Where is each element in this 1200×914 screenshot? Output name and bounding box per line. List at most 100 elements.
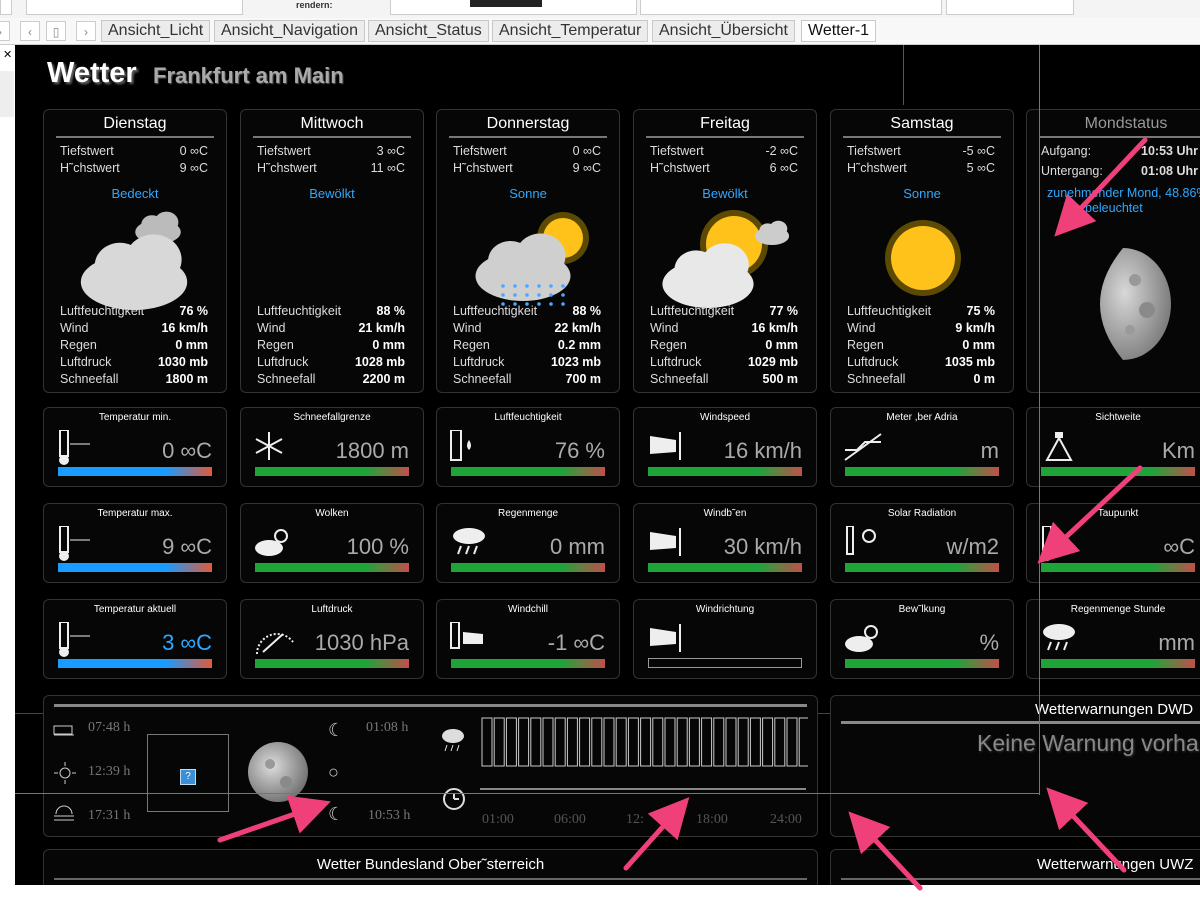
hour-bar — [615, 717, 627, 767]
level-bar — [58, 659, 212, 668]
humidity-label: Luftfeuchtigkeit — [650, 304, 735, 318]
tile-value: 0 mm — [550, 534, 605, 559]
sunrise-time: 07:48 h — [88, 720, 131, 735]
missing-image-icon: ? — [180, 769, 196, 785]
windchill-icon — [449, 621, 489, 663]
tab-ansicht-uebersicht[interactable]: Ansicht_Übersicht — [652, 20, 795, 42]
hour-bar — [701, 717, 713, 767]
sensor-tile: Temperatur aktuell 3 ∞C — [43, 599, 227, 679]
tile-value: 30 km/h — [723, 534, 802, 559]
forward-icon[interactable]: › — [76, 21, 96, 41]
toolbar-box[interactable] — [26, 0, 243, 15]
city-name: Frankfurt am Main — [153, 63, 344, 88]
rain-label: Regen — [60, 338, 97, 352]
back-icon[interactable]: ‹ — [20, 21, 40, 41]
day-name: Donnerstag — [486, 115, 570, 132]
tile-label: Luftdruck — [311, 604, 353, 615]
humidity-label: Luftfeuchtigkeit — [453, 304, 538, 318]
trash-icon[interactable]: ▯ — [46, 21, 66, 41]
hour-bar — [713, 717, 725, 767]
sensor-tile: Taupunkt ∞C — [1026, 503, 1200, 583]
min-value: 0 ∞C — [179, 144, 208, 158]
windsock-icon — [646, 622, 686, 659]
wind-label: Wind — [257, 321, 286, 335]
tab-ansicht-licht[interactable]: Ansicht_Licht — [101, 20, 211, 42]
divider — [1039, 136, 1200, 138]
moon-set-time: 01:08 h — [366, 720, 409, 735]
hour-bar — [481, 717, 493, 767]
dwd-warning-panel: Wetterwarnungen DWD Keine Warnung vorha — [830, 695, 1200, 837]
max-value: 9 ∞C — [179, 161, 208, 175]
sensor-tile: Windspeed 16 km/h — [633, 407, 817, 487]
scroll-left-button[interactable]: › — [0, 21, 10, 41]
tile-value: 100 % — [346, 534, 409, 559]
tile-value: 1030 hPa — [314, 630, 409, 655]
left-sidebar: ✕ — [0, 45, 16, 885]
level-bar — [255, 467, 409, 476]
max-value: 9 ∞C — [572, 161, 601, 175]
moonset-icon: ☾ — [328, 804, 345, 824]
pressure-label: Luftdruck — [650, 355, 702, 369]
hour-bar — [542, 717, 554, 767]
divider — [841, 878, 1200, 880]
windsock-kmh-icon — [646, 430, 686, 467]
hour-bar — [579, 717, 591, 767]
snow-value: 500 m — [762, 372, 798, 386]
tile-value: 16 km/h — [723, 438, 802, 463]
rain-row: Regen 0 mm — [650, 338, 798, 352]
humidity-value: 77 % — [769, 304, 799, 318]
snow-label: Schneefall — [60, 372, 119, 386]
sunset-icon — [54, 805, 74, 821]
tab-ansicht-temperatur[interactable]: Ansicht_Temperatur — [492, 20, 649, 42]
wind-label: Wind — [60, 321, 89, 335]
tile-value: mm — [1158, 630, 1195, 655]
divider — [843, 136, 1001, 138]
tab-ansicht-status[interactable]: Ansicht_Status — [368, 20, 489, 42]
level-bar — [451, 563, 605, 572]
browser-toolbar: rendern: — [0, 0, 1200, 19]
condition-text: Bewölkt — [309, 186, 355, 201]
moonset-label: Untergang: — [1041, 164, 1103, 178]
humidity-row: Luftfeuchtigkeit 76 % — [60, 304, 208, 318]
toolbar-box[interactable] — [0, 0, 12, 15]
moon-phase: zunehmender Mond, 48.86% — [1047, 186, 1200, 200]
max-row: H˜chstwert 6 ∞C — [650, 161, 798, 175]
sensor-tile: Regenmenge 0 mm — [436, 503, 620, 583]
hour-bar — [762, 717, 774, 767]
min-label: Tiefstwert — [453, 144, 507, 158]
max-value: 5 ∞C — [966, 161, 995, 175]
sunset-time: 17:31 h — [88, 808, 131, 823]
divider — [480, 788, 806, 790]
toolbar-box[interactable] — [640, 0, 942, 15]
sensor-tile: Schneefallgrenze 1800 m — [240, 407, 424, 487]
forecast-card: Samstag Tiefstwert -5 ∞C H˜chstwert 5 ∞C S… — [830, 109, 1014, 393]
min-value: 3 ∞C — [376, 144, 405, 158]
humidity-value: 88 % — [572, 304, 602, 318]
moonrise-time: 10:53 Uhr — [1141, 144, 1198, 158]
pressure-row: Luftdruck 1030 mb — [60, 355, 208, 369]
rain-row: Regen 0 mm — [60, 338, 208, 352]
rain-cloud-icon — [449, 526, 489, 563]
moonset-row: Untergang: 01:08 Uhr — [1041, 164, 1200, 178]
rain-label: Regen — [453, 338, 490, 352]
min-row: Tiefstwert 3 ∞C — [257, 144, 405, 158]
hour-bar — [603, 717, 615, 767]
pressure-row: Luftdruck 1028 mb — [257, 355, 405, 369]
level-bar — [451, 659, 605, 668]
moon-phase-icon: ○ — [328, 762, 339, 782]
close-icon[interactable]: ✕ — [3, 48, 12, 61]
humidity-value: 76 % — [179, 304, 209, 318]
tile-value: 0 ∞C — [162, 438, 212, 463]
toolbar-box[interactable] — [946, 0, 1074, 15]
tab-wetter-1[interactable]: Wetter-1 — [801, 20, 877, 42]
pressure-label: Luftdruck — [453, 355, 505, 369]
max-row: H˜chstwert 9 ∞C — [453, 161, 601, 175]
max-row: H˜chstwert 11 ∞C — [257, 161, 405, 175]
level-bar — [845, 563, 999, 572]
sun-moon-panel: 07:48 h 12:39 h 17:31 h ? ☾ ○ ☾ 01:08 h … — [43, 695, 818, 837]
windsock-bft-icon — [646, 526, 686, 563]
thermometer-min-icon — [56, 429, 96, 471]
divider — [841, 721, 1200, 724]
tab-ansicht-navigation[interactable]: Ansicht_Navigation — [214, 20, 365, 42]
pressure-label: Luftdruck — [60, 355, 112, 369]
